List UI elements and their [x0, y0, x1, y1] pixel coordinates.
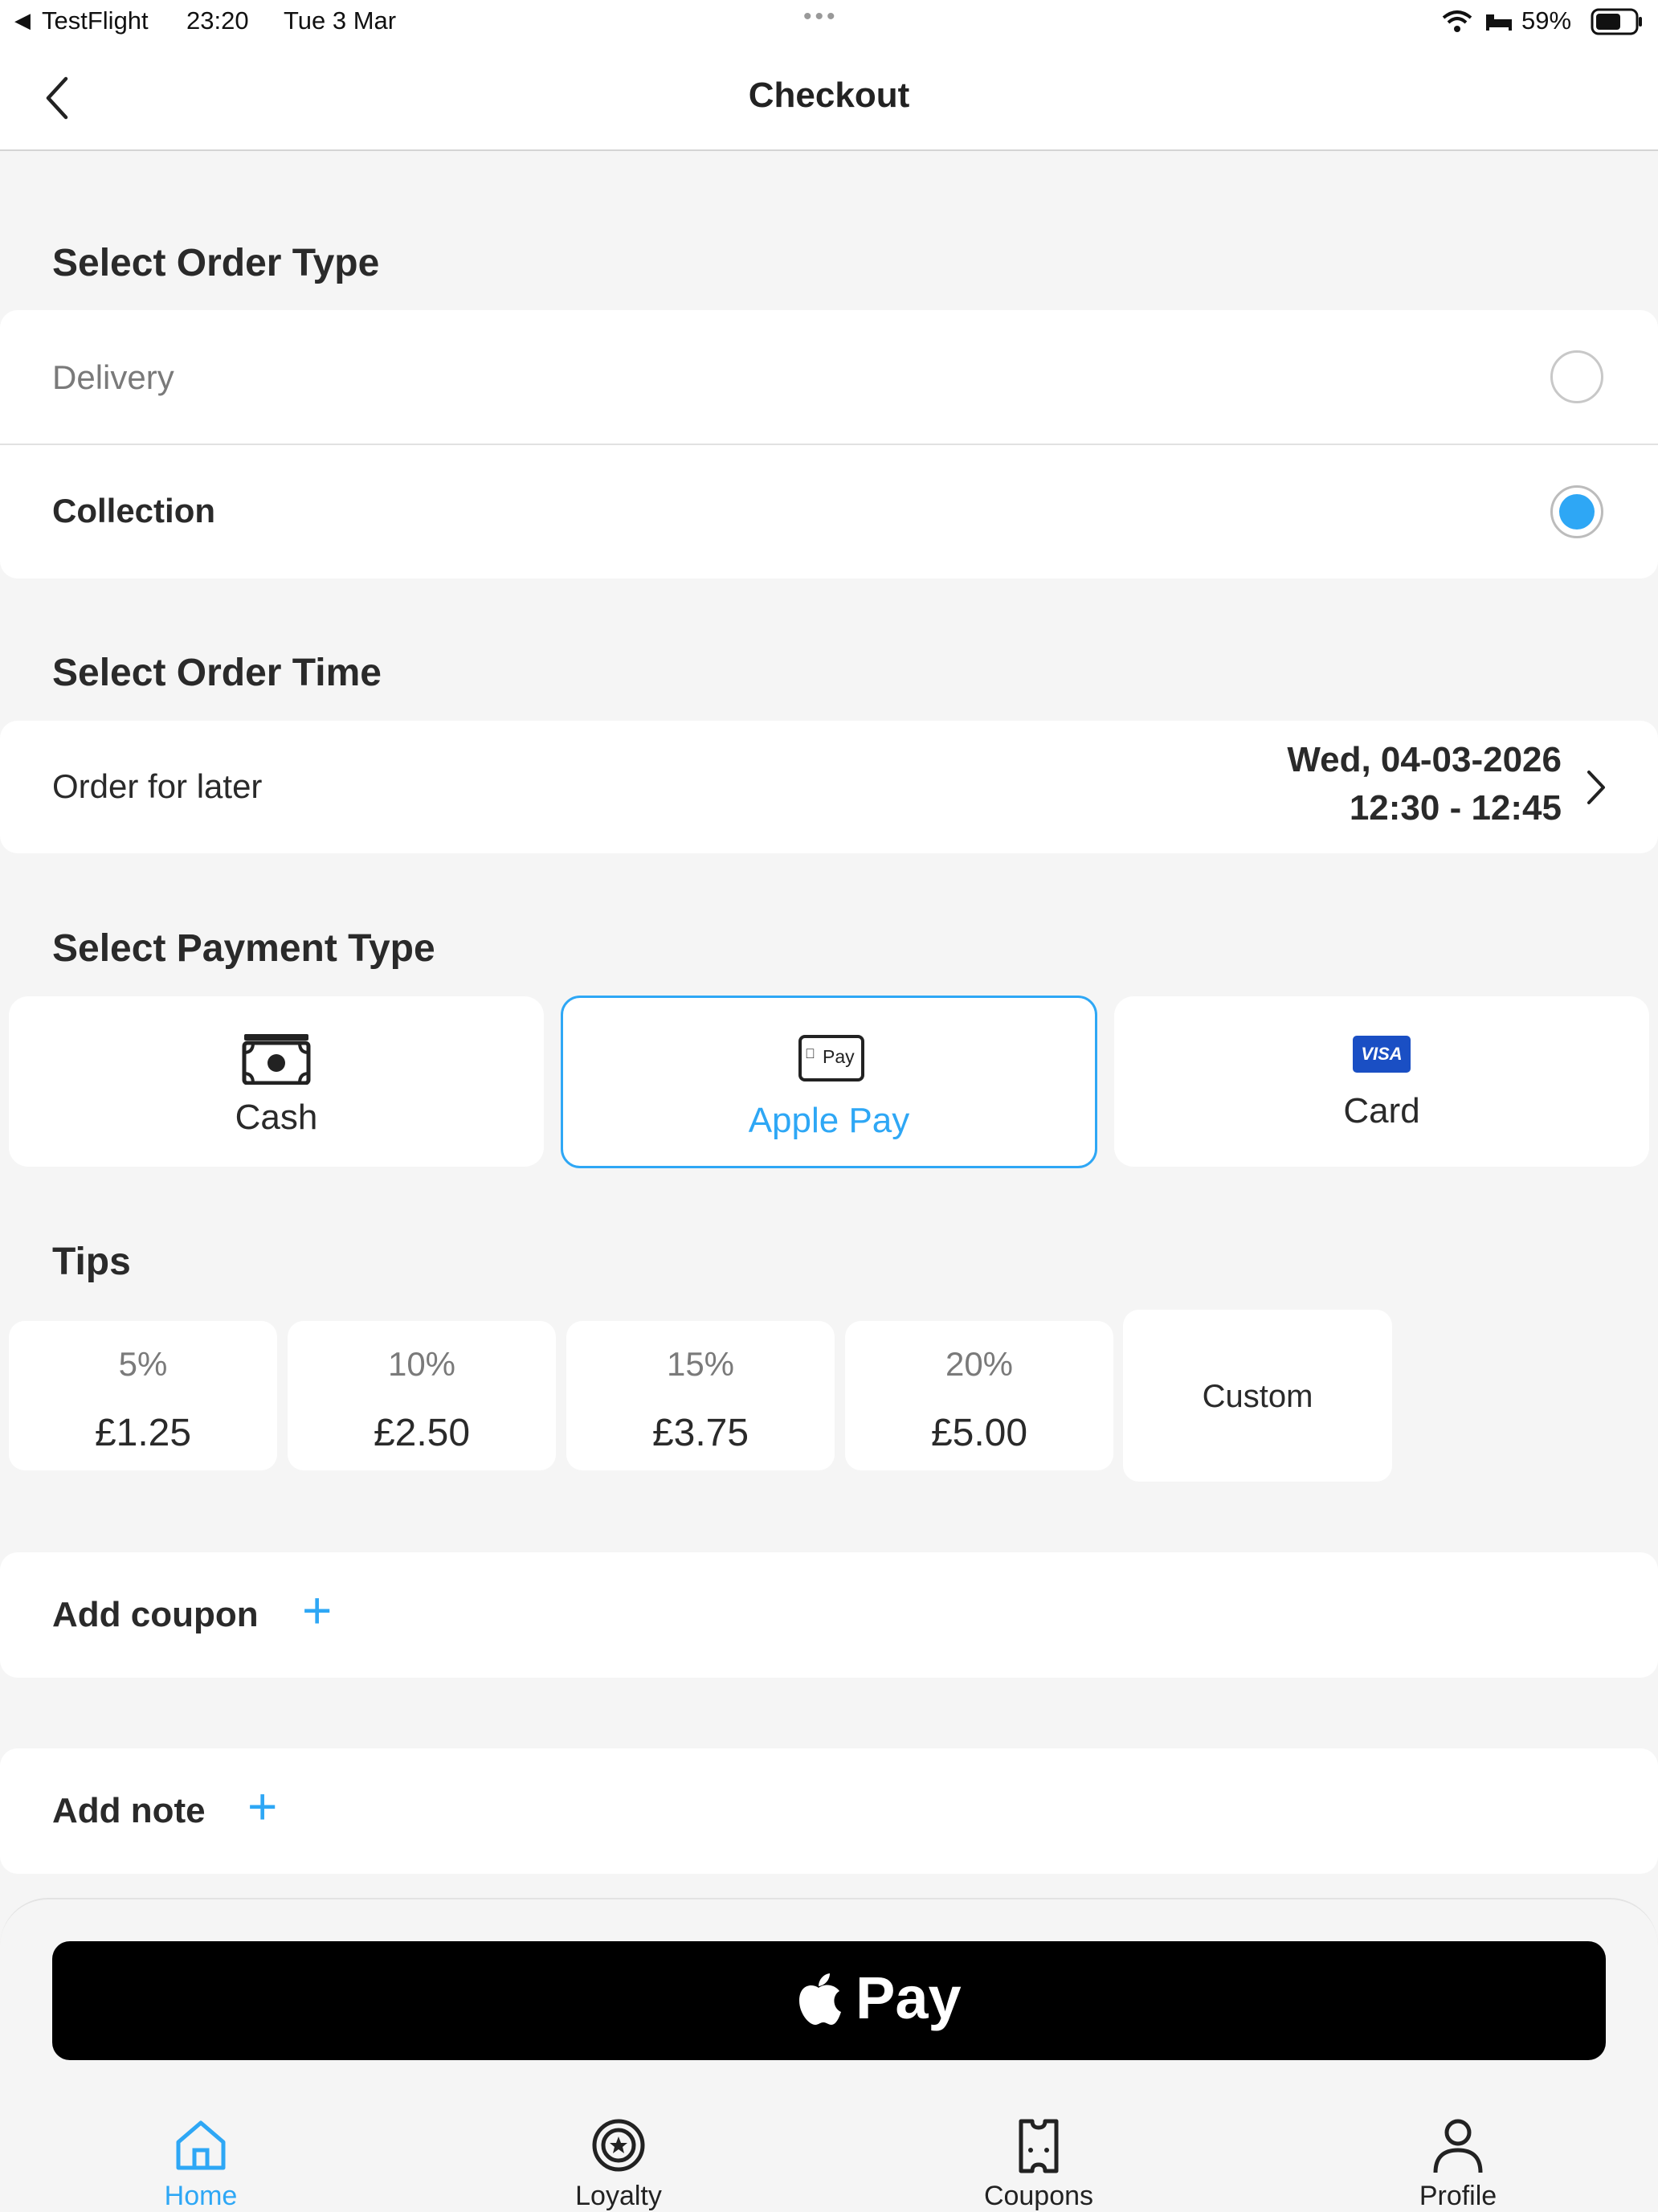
tab-home[interactable]: Home — [120, 2118, 281, 2211]
page-title: Checkout — [748, 76, 910, 115]
visa-icon: VISA — [1353, 1036, 1411, 1073]
tab-profile[interactable]: Profile — [1378, 2118, 1538, 2211]
apple-pay-button[interactable]: Pay — [52, 1941, 1606, 2060]
battery-percent: 59% — [1521, 6, 1572, 35]
add-coupon-row[interactable]: Add coupon + — [0, 1552, 1658, 1678]
tip-custom-label: Custom — [1202, 1379, 1313, 1414]
tab-label: Coupons — [983, 2181, 1094, 2211]
tip-option-10[interactable]: 10% £2.50 — [288, 1321, 556, 1470]
add-note-label: Add note — [52, 1791, 206, 1830]
apple-pay-icon:  Pay — [798, 1035, 864, 1081]
payment-option-card[interactable]: VISA Card — [1114, 996, 1649, 1167]
radio-collection[interactable] — [1550, 485, 1603, 538]
tips-title: Tips — [52, 1241, 131, 1283]
multitasking-dots-icon[interactable]: ••• — [803, 3, 839, 31]
tip-option-15[interactable]: 15% £3.75 — [566, 1321, 835, 1470]
add-coupon-plus-icon[interactable]: + — [302, 1584, 332, 1636]
nav-header: Checkout — [0, 43, 1658, 151]
order-type-option-delivery[interactable]: Delivery — [0, 310, 1658, 444]
status-date: Tue 3 Mar — [284, 6, 397, 35]
order-type-label: Delivery — [52, 358, 174, 396]
payment-option-cash[interactable]: Cash — [9, 996, 544, 1167]
status-time: 23:20 — [186, 6, 249, 35]
order-slot: 12:30 - 12:45 — [1349, 788, 1562, 828]
tip-option-20[interactable]: 20% £5.00 — [845, 1321, 1113, 1470]
tip-percent: 15% — [666, 1345, 735, 1383]
apple-logo-icon:  — [805, 1046, 815, 1062]
coupon-ticket-icon — [1019, 2119, 1059, 2173]
tip-percent: 20% — [945, 1345, 1014, 1383]
chevron-right-icon — [1587, 771, 1605, 804]
order-time-label: Order for later — [52, 767, 263, 805]
tab-loyalty[interactable]: Loyalty — [538, 2118, 699, 2211]
payment-option-label: Card — [1343, 1091, 1420, 1131]
order-type-title: Select Order Type — [52, 242, 380, 284]
tip-amount: £5.00 — [930, 1412, 1028, 1454]
cash-icon — [242, 1034, 311, 1085]
radio-delivery[interactable] — [1550, 350, 1603, 403]
loyalty-star-icon — [592, 2119, 645, 2172]
tab-label: Loyalty — [575, 2181, 662, 2211]
tip-option-5[interactable]: 5% £1.25 — [9, 1321, 277, 1470]
status-bar: ◀ TestFlight 23:20 Tue 3 Mar ••• 59% — [0, 0, 1658, 43]
tip-percent: 10% — [387, 1345, 456, 1383]
tip-amount: £1.25 — [94, 1412, 192, 1454]
wifi-icon — [1442, 10, 1472, 32]
apple-logo-icon — [799, 1973, 841, 2025]
back-app-name[interactable]: TestFlight — [42, 6, 149, 35]
tip-percent: 5% — [118, 1345, 168, 1383]
order-time-row[interactable]: Order for later Wed, 04-03-2026 12:30 - … — [0, 721, 1658, 853]
apple-pay-button-label: Pay — [856, 1965, 962, 2031]
order-type-label: Collection — [52, 492, 216, 529]
sleep-focus-icon — [1486, 14, 1512, 31]
back-to-app-icon[interactable]: ◀ — [14, 8, 31, 33]
add-coupon-label: Add coupon — [52, 1595, 259, 1634]
order-time-title: Select Order Time — [52, 652, 382, 694]
battery-icon — [1591, 8, 1642, 35]
add-note-row[interactable]: Add note + — [0, 1748, 1658, 1874]
add-note-plus-icon[interactable]: + — [247, 1781, 277, 1832]
tip-option-custom[interactable]: Custom — [1123, 1310, 1392, 1482]
payment-option-apple-pay[interactable]:  Pay Apple Pay — [561, 996, 1097, 1168]
tab-label: Home — [164, 2181, 238, 2211]
payment-type-title: Select Payment Type — [52, 927, 435, 970]
order-type-card: Delivery Collection — [0, 310, 1658, 579]
tab-label: Profile — [1419, 2181, 1497, 2211]
tip-amount: £3.75 — [651, 1412, 749, 1454]
profile-icon — [1433, 2119, 1483, 2173]
apple-pay-badge-text: Pay — [823, 1046, 855, 1067]
tab-coupons[interactable]: Coupons — [958, 2118, 1119, 2211]
order-type-option-collection[interactable]: Collection — [0, 445, 1658, 579]
home-icon — [176, 2120, 226, 2170]
payment-option-label: Cash — [235, 1098, 318, 1137]
order-date: Wed, 04-03-2026 — [1287, 740, 1562, 779]
payment-option-label: Apple Pay — [748, 1101, 910, 1140]
tip-amount: £2.50 — [373, 1412, 471, 1454]
